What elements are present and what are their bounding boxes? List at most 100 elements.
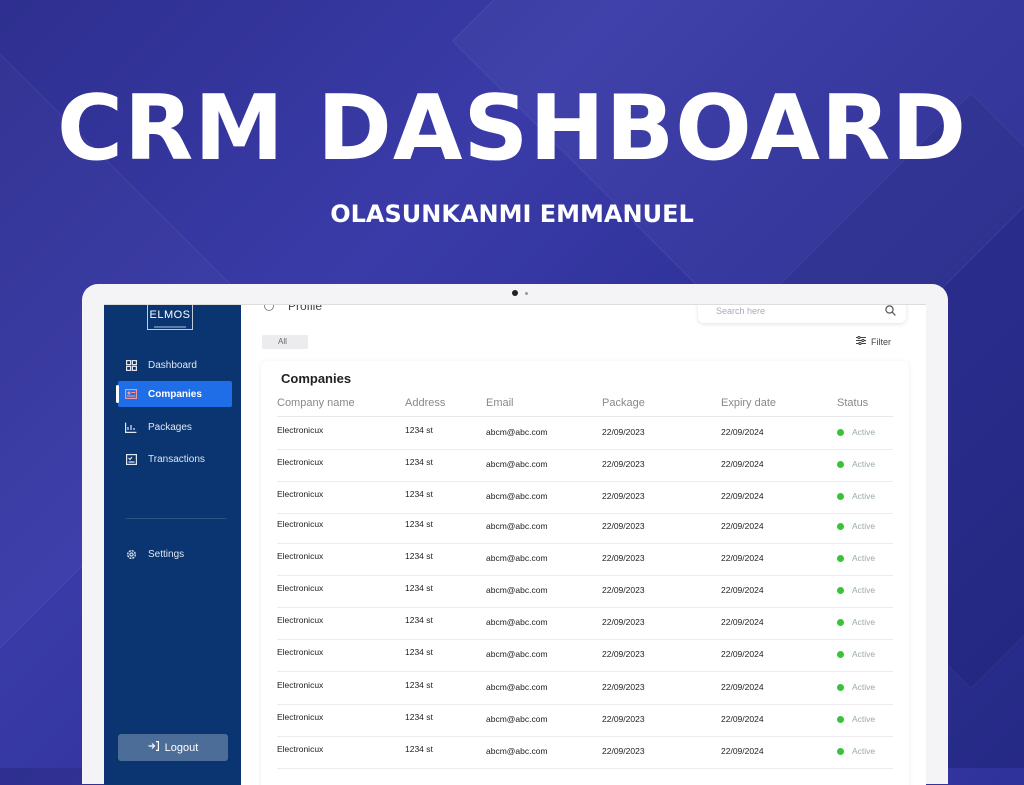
status-text: Active (852, 553, 876, 563)
table-row[interactable]: Electronicux 1234 st abcm@abc.com 22/09/202… (277, 639, 893, 672)
table-row[interactable]: Electronicux 1234 st abcm@abc.com 22/09/202… (277, 736, 893, 769)
address-cell: 1234 st (405, 551, 433, 561)
id-card-icon (124, 387, 138, 401)
email-cell: abcm@abc.com (486, 649, 548, 659)
profile-menu[interactable]: Profile (264, 304, 323, 313)
company-name-cell: Electronicux (277, 519, 324, 529)
logout-icon (148, 741, 159, 754)
address-cell: 1234 st (405, 680, 433, 690)
status-dot-icon (837, 747, 844, 755)
expiry-date-cell: 22/09/2024 (721, 714, 764, 724)
filter-chip-all[interactable]: All (262, 335, 308, 349)
grid-icon (124, 358, 138, 372)
status-text: Active (852, 459, 876, 469)
column-header[interactable]: Status (837, 397, 868, 409)
gear-icon (124, 547, 138, 561)
table-row[interactable]: Electronicux 1234 st abcm@abc.com 22/09/202… (277, 672, 893, 705)
hero-title: CRM DASHBOARD (56, 76, 968, 181)
company-name-cell: Electronicux (277, 615, 324, 625)
status-badge: Active (837, 585, 875, 595)
expiry-date-cell: 22/09/2024 (721, 459, 764, 469)
status-badge: Active (837, 649, 875, 659)
package-cell: 22/09/2023 (602, 491, 645, 501)
package-cell: 22/09/2023 (602, 427, 645, 437)
sidebar-item-packages[interactable]: Packages (118, 414, 232, 440)
package-cell: 22/09/2023 (602, 585, 645, 595)
package-cell: 22/09/2023 (602, 617, 645, 627)
status-dot-icon (837, 586, 844, 594)
address-cell: 1234 st (405, 744, 433, 754)
status-text: Active (852, 491, 876, 501)
filter-button[interactable]: Filter (856, 335, 891, 347)
expiry-date-cell: 22/09/2024 (721, 427, 764, 437)
package-cell: 22/09/2023 (602, 553, 645, 563)
status-dot-icon (837, 460, 844, 468)
camera-icon (512, 290, 518, 296)
column-header[interactable]: Expiry date (721, 397, 776, 409)
status-badge: Active (837, 459, 875, 469)
sidebar-item-companies[interactable]: Companies (116, 381, 232, 407)
table-row[interactable]: Electronicux 1234 st abcm@abc.com 22/09/202… (277, 543, 893, 576)
app-logo[interactable]: ELMOS (147, 305, 193, 330)
email-cell: abcm@abc.com (486, 714, 548, 724)
address-cell: 1234 st (405, 647, 433, 657)
status-text: Active (852, 649, 876, 659)
expiry-date-cell: 22/09/2024 (721, 682, 764, 692)
email-cell: abcm@abc.com (486, 521, 548, 531)
email-cell: abcm@abc.com (486, 682, 548, 692)
sidebar-divider (126, 518, 226, 519)
hero-subtitle: OLASUNKANMI EMMANUEL (330, 200, 694, 228)
status-text: Active (852, 746, 876, 756)
status-text: Active (852, 521, 876, 531)
status-dot-icon (837, 554, 844, 562)
address-cell: 1234 st (405, 425, 433, 435)
table-header: Company name Address Email Package Expir… (277, 397, 893, 417)
profile-label: Profile (288, 304, 323, 313)
chart-icon (124, 420, 138, 434)
email-cell: abcm@abc.com (486, 585, 548, 595)
email-cell: abcm@abc.com (486, 553, 548, 563)
column-header[interactable]: Package (602, 397, 645, 409)
sidebar-item-label: Transactions (148, 453, 205, 465)
column-header[interactable]: Email (486, 397, 514, 409)
logout-button[interactable]: Logout (118, 734, 228, 761)
email-cell: abcm@abc.com (486, 459, 548, 469)
email-cell: abcm@abc.com (486, 427, 548, 437)
sidebar-item-transactions[interactable]: Transactions (118, 446, 232, 472)
checklist-icon (124, 452, 138, 466)
column-header[interactable]: Company name (277, 397, 355, 409)
package-cell: 22/09/2023 (602, 649, 645, 659)
status-text: Active (852, 617, 876, 627)
address-cell: 1234 st (405, 489, 433, 499)
table-row[interactable]: Electronicux 1234 st abcm@abc.com 22/09/202… (277, 607, 893, 640)
table-row[interactable]: Electronicux 1234 st abcm@abc.com 22/09/202… (277, 449, 893, 482)
package-cell: 22/09/2023 (602, 521, 645, 531)
logo-tagline (154, 326, 186, 328)
status-badge: Active (837, 682, 875, 692)
column-header[interactable]: Address (405, 397, 445, 409)
company-name-cell: Electronicux (277, 489, 324, 499)
search-placeholder: Search here (716, 306, 766, 316)
status-text: Active (852, 714, 876, 724)
table-row[interactable]: Electronicux 1234 st abcm@abc.com 22/09/202… (277, 481, 893, 514)
table-row[interactable]: Electronicux 1234 st abcm@abc.com 22/09/202… (277, 704, 893, 737)
expiry-date-cell: 22/09/2024 (721, 553, 764, 563)
status-text: Active (852, 585, 876, 595)
search-input[interactable]: Search here (698, 305, 906, 323)
search-icon[interactable] (885, 305, 896, 318)
expiry-date-cell: 22/09/2024 (721, 617, 764, 627)
email-cell: abcm@abc.com (486, 491, 548, 501)
sliders-icon (856, 335, 866, 347)
table-row[interactable]: Electronicux 1234 st abcm@abc.com 22/09/202… (277, 575, 893, 608)
sidebar-item-settings[interactable]: Settings (118, 541, 232, 567)
companies-card: Companies Company name Address Email Pac… (261, 361, 909, 785)
table-row[interactable]: Electronicux 1234 st abcm@abc.com 22/09/202… (277, 511, 893, 544)
expiry-date-cell: 22/09/2024 (721, 491, 764, 501)
sidebar-item-dashboard[interactable]: Dashboard (118, 352, 232, 378)
sidebar-item-label: Packages (148, 421, 192, 433)
table-row[interactable]: Electronicux 1234 st abcm@abc.com 22/09/202… (277, 417, 893, 450)
status-badge: Active (837, 553, 875, 563)
logo-text: ELMOS (149, 309, 191, 321)
logout-label: Logout (164, 741, 199, 754)
status-dot-icon (837, 522, 844, 530)
